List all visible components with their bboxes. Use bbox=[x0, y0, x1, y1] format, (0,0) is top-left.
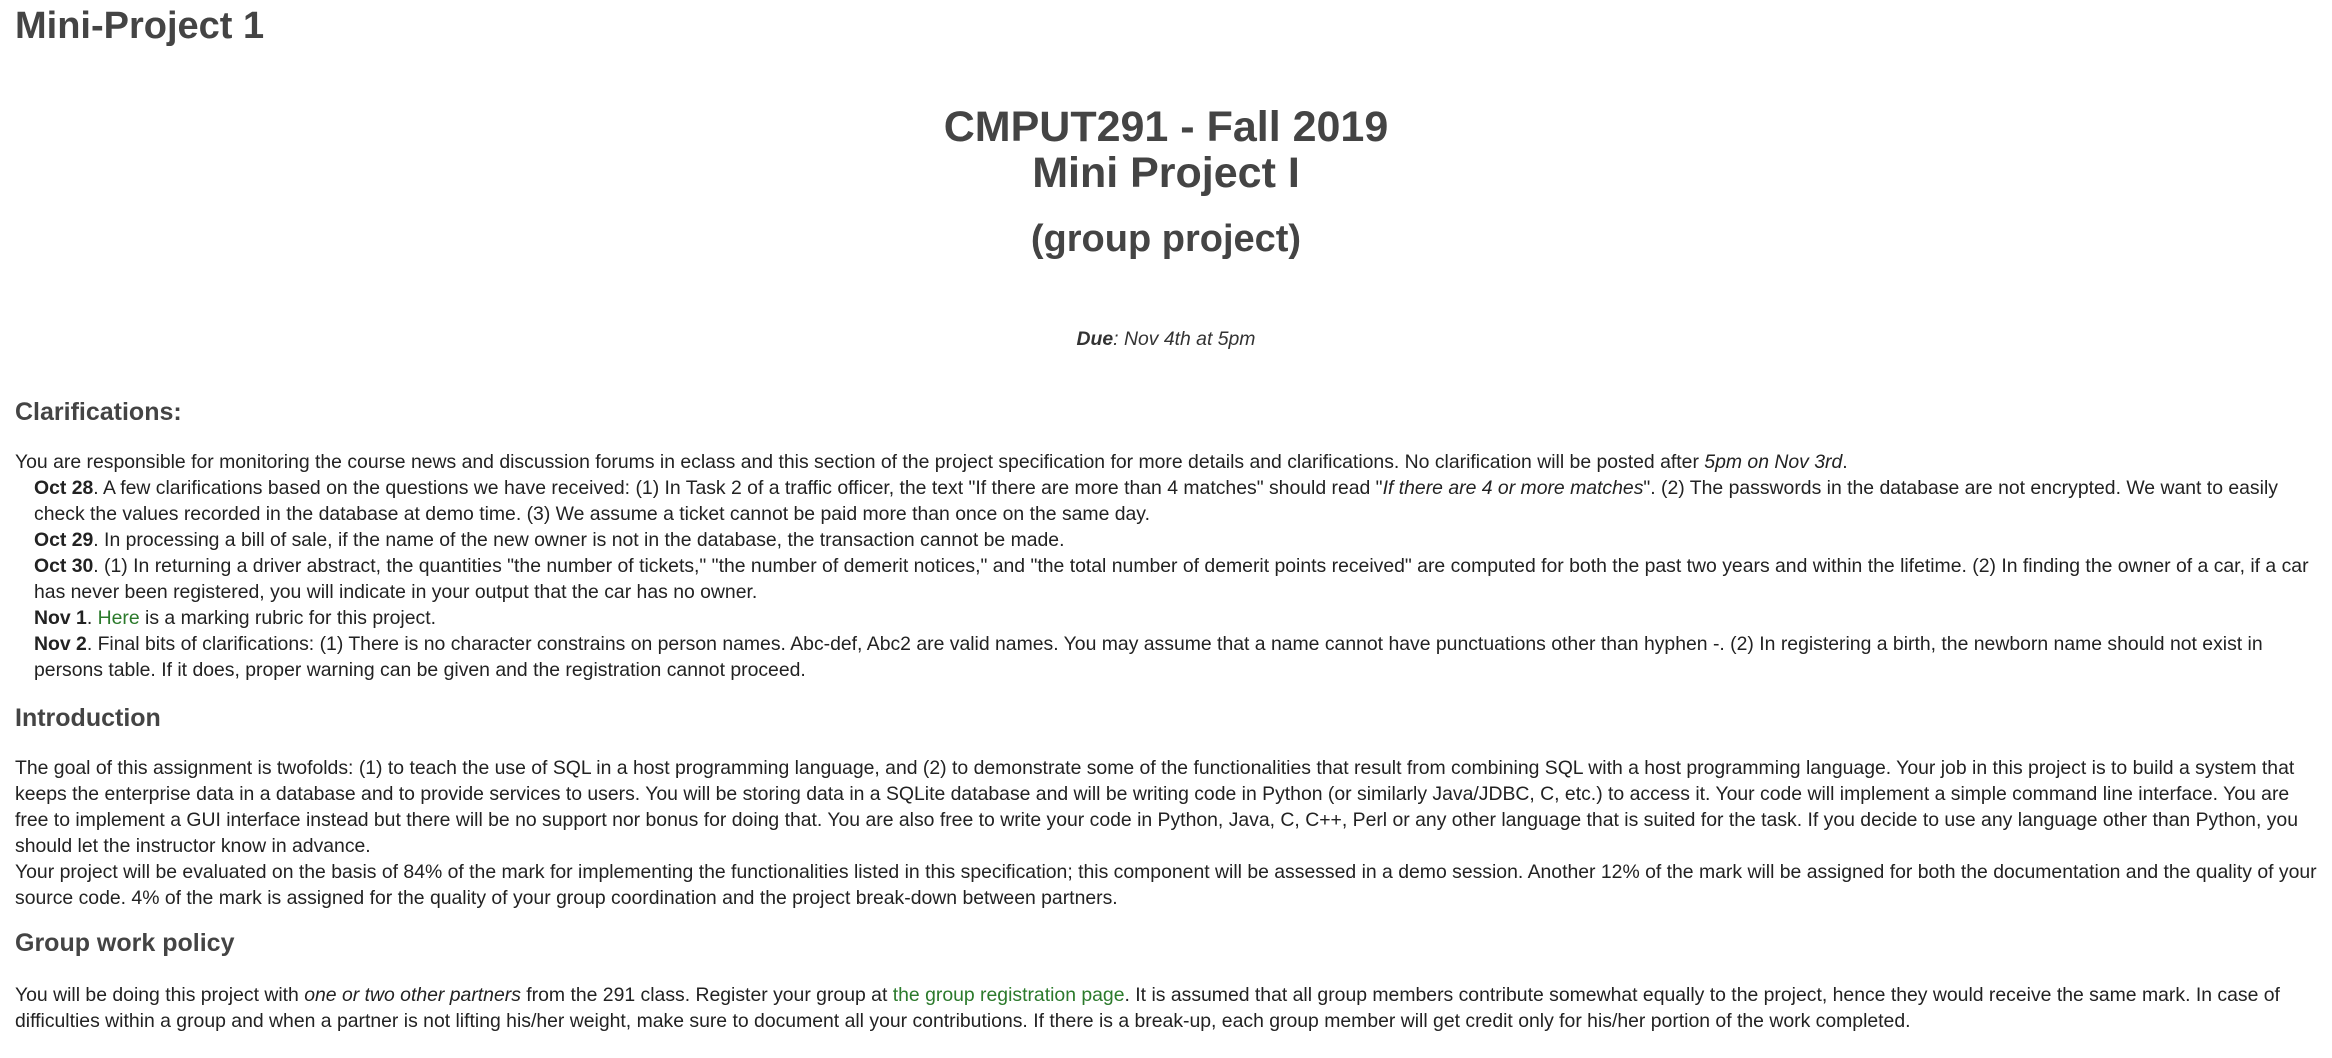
clarification-text: . In processing a bill of sale, if the n… bbox=[93, 529, 1065, 551]
clarification-item-oct-28: Oct 28. A few clarifications based on th… bbox=[34, 475, 2320, 527]
clarification-text: . Final bits of clarifications: (1) Ther… bbox=[34, 633, 2263, 681]
group-registration-link[interactable]: the group registration page bbox=[893, 984, 1125, 1006]
introduction-paragraph: Your project will be evaluated on the ba… bbox=[15, 861, 2317, 909]
clarification-emphasis: If there are 4 or more matches bbox=[1382, 477, 1644, 499]
clarification-text: . bbox=[86, 607, 98, 629]
introduction-section: The goal of this assignment is twofolds:… bbox=[15, 755, 2320, 911]
introduction-paragraph: The goal of this assignment is twofolds:… bbox=[15, 757, 2299, 857]
group-work-paragraph: You will be doing this project with one … bbox=[15, 982, 2320, 1034]
clarification-date: Nov 2 bbox=[34, 633, 87, 655]
project-type: (group project) bbox=[1030, 218, 1302, 260]
group-work-text: You will be doing this project with bbox=[15, 984, 305, 1006]
clarification-text: is a marking rubric for this project. bbox=[139, 607, 436, 629]
clarifications-deadline: 5pm on Nov 3rd bbox=[1704, 451, 1843, 473]
introduction-heading: Introduction bbox=[15, 704, 161, 732]
project-title: Mini Project I bbox=[1032, 149, 1300, 197]
clarification-text: . A few clarifications based on the ques… bbox=[93, 477, 1383, 499]
clarifications-section: You are responsible for monitoring the c… bbox=[15, 449, 2320, 683]
clarification-list: Oct 28. A few clarifications based on th… bbox=[15, 475, 2320, 683]
clarification-text: . (1) In returning a driver abstract, th… bbox=[34, 555, 2309, 603]
clarification-item-nov-1: Nov 1. Here is a marking rubric for this… bbox=[34, 605, 2320, 631]
group-work-section: You will be doing this project with one … bbox=[15, 982, 2320, 1034]
marking-rubric-link[interactable]: Here bbox=[98, 607, 140, 629]
due-label: Due bbox=[1076, 328, 1114, 350]
clarification-item-oct-29: Oct 29. In processing a bill of sale, if… bbox=[34, 527, 2320, 553]
course-title: CMPUT291 - Fall 2019 bbox=[943, 103, 1389, 151]
clarification-item-oct-30: Oct 30. (1) In returning a driver abstra… bbox=[34, 553, 2320, 605]
clarification-date: Nov 1 bbox=[34, 607, 87, 629]
group-work-emphasis: one or two other partners bbox=[304, 984, 521, 1006]
due-text: : Nov 4th at 5pm bbox=[1113, 328, 1256, 350]
clarifications-intro-text: You are responsible for monitoring the c… bbox=[15, 451, 1705, 473]
clarifications-intro: You are responsible for monitoring the c… bbox=[15, 449, 2320, 475]
clarification-date: Oct 30 bbox=[34, 555, 94, 577]
clarification-date: Oct 29 bbox=[34, 529, 94, 551]
clarifications-intro-end: . bbox=[1842, 451, 1848, 473]
due-date: Due: Nov 4th at 5pm bbox=[0, 326, 2332, 352]
clarifications-heading: Clarifications: bbox=[15, 398, 182, 426]
page-title: Mini-Project 1 bbox=[15, 5, 265, 47]
document-page: Mini-Project 1 CMPUT291 - Fall 2019 Mini… bbox=[0, 0, 2332, 1058]
group-work-text: from the 291 class. Register your group … bbox=[520, 984, 893, 1006]
clarification-date: Oct 28 bbox=[34, 477, 94, 499]
clarification-item-nov-2: Nov 2. Final bits of clarifications: (1)… bbox=[34, 631, 2320, 683]
group-work-heading: Group work policy bbox=[15, 929, 235, 957]
